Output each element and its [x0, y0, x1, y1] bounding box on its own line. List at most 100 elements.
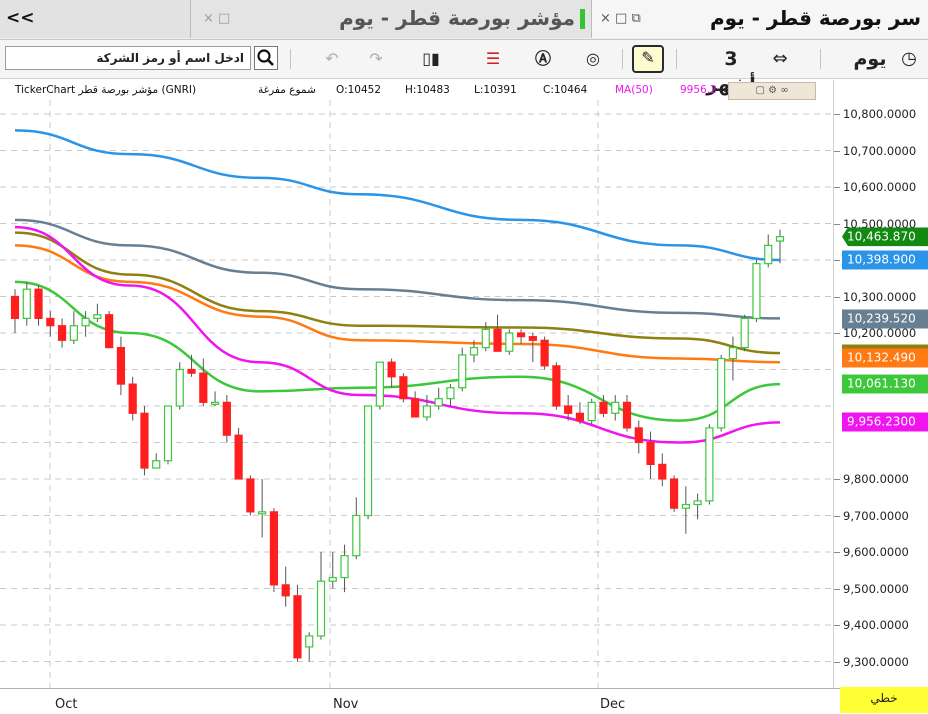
- candle[interactable]: [34, 285, 43, 326]
- candle-body: [93, 314, 102, 319]
- undo-icon[interactable]: ↶: [320, 46, 344, 72]
- candle[interactable]: [728, 336, 738, 381]
- y-tick-label: 10,300.0000: [843, 289, 917, 304]
- candle[interactable]: [540, 336, 549, 370]
- candle-body: [705, 427, 714, 502]
- ma-value: 9956.2: [680, 84, 717, 96]
- drawing-tool-icon[interactable]: ✎: [632, 45, 664, 73]
- candle[interactable]: [516, 329, 526, 344]
- candle-body: [740, 317, 749, 349]
- candle[interactable]: [505, 329, 514, 355]
- candle[interactable]: [269, 508, 279, 593]
- symbol-label: TickerChart مؤشر بورصة قطر (GNRI): [15, 84, 197, 96]
- tab-close-icon[interactable]: × □: [203, 11, 230, 26]
- candle[interactable]: [163, 405, 173, 465]
- candle[interactable]: [775, 229, 785, 264]
- candle[interactable]: [622, 395, 632, 432]
- candle-body: [422, 405, 432, 418]
- moving-average-line[interactable]: [14, 129, 781, 262]
- candle[interactable]: [752, 260, 761, 323]
- indicator-settings-icon[interactable]: ▢ ⚙ ∞: [728, 82, 816, 100]
- toolbar: ادخل اسم أو رمز الشركة ↶ ↷ ▯▮ ☰ Ⓐ ◎ ✎ 3 …: [0, 40, 928, 96]
- search-button[interactable]: [254, 46, 278, 70]
- candle[interactable]: [128, 376, 137, 421]
- tab-active[interactable]: × □ ⧉ سر بورصة قطر - يوم: [592, 0, 928, 38]
- candlestick-style-icon[interactable]: ▯▮: [418, 46, 444, 72]
- candle[interactable]: [363, 405, 373, 520]
- ma-label: MA(50): [615, 84, 653, 96]
- candle[interactable]: [458, 347, 467, 392]
- candle[interactable]: [258, 479, 267, 538]
- candle[interactable]: [411, 391, 420, 418]
- candle[interactable]: [399, 373, 408, 403]
- symbol-search-input[interactable]: ادخل اسم أو رمز الشركة: [5, 46, 251, 70]
- candle[interactable]: [717, 354, 726, 432]
- candle[interactable]: [175, 362, 184, 410]
- time-axis[interactable]: [0, 688, 928, 714]
- candle[interactable]: [669, 475, 679, 512]
- candle[interactable]: [69, 311, 78, 344]
- high-value: H:10483: [405, 84, 450, 96]
- candle[interactable]: [222, 395, 231, 443]
- candle[interactable]: [316, 552, 326, 640]
- tab-window-controls-icon[interactable]: × □ ⧉: [600, 11, 641, 26]
- candle[interactable]: [22, 281, 31, 326]
- candle[interactable]: [528, 333, 537, 363]
- candle[interactable]: [611, 395, 620, 421]
- candle[interactable]: [93, 303, 102, 323]
- interval-selector[interactable]: يوم: [848, 46, 892, 72]
- candle[interactable]: [422, 395, 432, 421]
- auto-scale-icon[interactable]: Ⓐ: [530, 46, 556, 72]
- candle-body: [411, 398, 420, 418]
- candle[interactable]: [658, 453, 667, 487]
- candle[interactable]: [740, 314, 749, 352]
- candle[interactable]: [281, 566, 290, 607]
- tab-collapsed[interactable]: <<: [0, 0, 191, 38]
- y-value-label: 10,239.520: [842, 309, 928, 329]
- candle[interactable]: [681, 486, 690, 534]
- price-chart[interactable]: [0, 100, 833, 688]
- candle[interactable]: [105, 311, 114, 349]
- candle-body: [387, 361, 396, 378]
- candle[interactable]: [352, 497, 361, 560]
- candle[interactable]: [293, 584, 302, 662]
- candle[interactable]: [210, 391, 220, 406]
- moving-average-line[interactable]: [14, 231, 781, 355]
- chart-type-button[interactable]: خطي: [840, 687, 928, 713]
- redo-icon[interactable]: ↷: [364, 46, 388, 72]
- moving-average-line[interactable]: [14, 218, 781, 320]
- candle[interactable]: [234, 427, 243, 480]
- candle[interactable]: [328, 552, 337, 589]
- indicator-list-icon[interactable]: ☰: [480, 46, 506, 72]
- candle[interactable]: [552, 362, 561, 410]
- candle-body: [481, 328, 490, 349]
- period-selector[interactable]: 3 أشهر: [700, 46, 762, 96]
- candle[interactable]: [152, 453, 161, 469]
- compare-icon[interactable]: ◎: [580, 46, 606, 72]
- candle[interactable]: [434, 387, 443, 410]
- candle-body: [775, 236, 785, 242]
- expand-range-icon[interactable]: ⇔: [766, 46, 794, 72]
- candle[interactable]: [57, 318, 67, 348]
- candle[interactable]: [587, 398, 596, 425]
- candle[interactable]: [199, 358, 208, 406]
- candle-body: [128, 383, 137, 414]
- collapse-tabs-button[interactable]: <<: [6, 8, 35, 28]
- candle[interactable]: [634, 420, 643, 454]
- candle[interactable]: [10, 289, 20, 333]
- candle[interactable]: [705, 424, 714, 505]
- candle[interactable]: [493, 314, 502, 352]
- moving-average-line[interactable]: [14, 244, 781, 364]
- candle[interactable]: [305, 632, 314, 662]
- candle[interactable]: [375, 361, 384, 410]
- candle[interactable]: [764, 234, 773, 268]
- candle[interactable]: [140, 406, 149, 476]
- candle[interactable]: [446, 384, 455, 406]
- candle[interactable]: [116, 336, 126, 396]
- candle[interactable]: [387, 358, 396, 388]
- tab-closed[interactable]: × □ مؤشر بورصة قطر - يوم: [191, 0, 592, 38]
- candle-body: [681, 503, 690, 509]
- candle[interactable]: [246, 475, 255, 516]
- candle[interactable]: [646, 431, 655, 479]
- chart-style-label: شموع مفرغة: [258, 84, 316, 96]
